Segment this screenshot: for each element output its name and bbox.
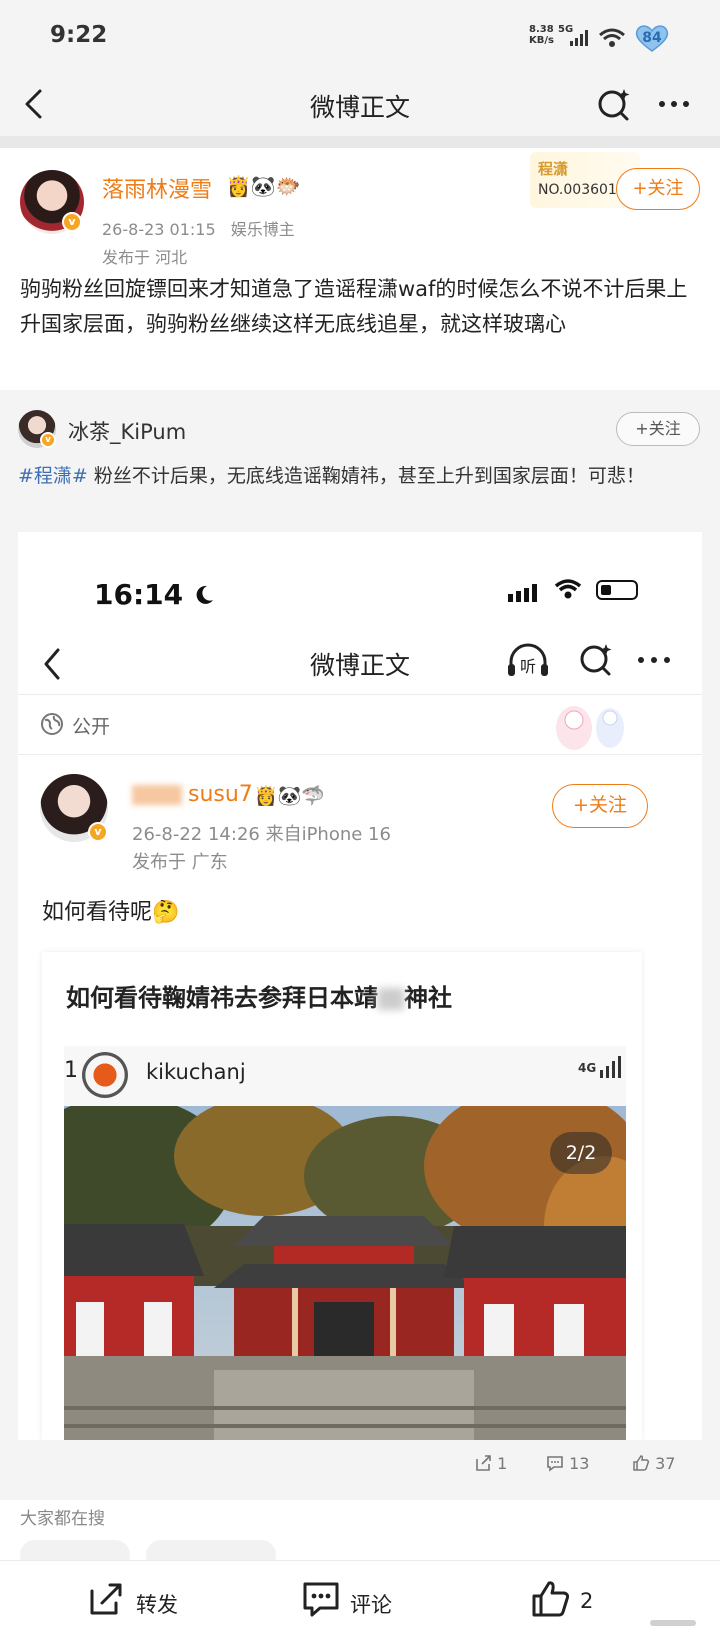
screenshot-time: 16:14 [94, 578, 215, 611]
screenshot-post-text: 如何看待呢🤔 [42, 900, 180, 925]
status-time: 9:22 [50, 22, 108, 48]
trending-search-label: 大家都在搜 [20, 1509, 105, 1529]
post-date: 26-8-23 01:15 [102, 220, 216, 239]
trending-search-section: 大家都在搜 [0, 1500, 720, 1570]
reposted-content[interactable]: v 冰茶_KiPum +关注 #程潇# 粉丝不计后果，无底线造谣鞠婧祎，甚至上升… [0, 390, 720, 1500]
screenshot-post-meta: 26-8-22 14:26 来自iPhone 16 [132, 824, 391, 845]
more-options-icon[interactable] [656, 86, 692, 122]
post-location: 发布于 河北 [102, 248, 188, 267]
repost-share-count[interactable]: 1 [474, 1454, 507, 1473]
image-page-indicator: 2/2 [550, 1132, 612, 1174]
screenshot-author-name: susu7 [132, 782, 253, 807]
headphones-icon: 听 [508, 643, 548, 676]
network-speed-unit: KB/s [529, 35, 554, 46]
nested-card-avatar [82, 1052, 128, 1098]
screenshot-post-location: 发布于 广东 [132, 852, 228, 873]
screenshot-divider [18, 694, 702, 695]
thumbs-up-icon [633, 1455, 650, 1471]
nested-card-username: kikuchanj [146, 1060, 246, 1084]
screenshot-author-suffix: susu7 [188, 782, 253, 807]
nested-image-card: 如何看待鞠婧祎去参拜日本靖 神社 1 kikuchanj 4G 2/2 [42, 952, 642, 1440]
verified-badge-icon: v [88, 822, 108, 842]
nested-card-header: 1 kikuchanj 4G [64, 1046, 626, 1106]
share-count-value: 1 [497, 1454, 508, 1473]
status-bar: 9:22 8.38 KB/s 5G 84 [0, 0, 720, 72]
moon-icon [196, 585, 213, 604]
repost-action-button[interactable]: 转发 [86, 1579, 196, 1623]
comment-action-label: 评论 [350, 1593, 392, 1617]
hashtag-link[interactable]: #程潇# [18, 465, 88, 487]
verified-badge-icon: v [62, 212, 82, 232]
battery-level: 84 [642, 30, 662, 46]
nested-card-network-type: 4G [578, 1061, 597, 1075]
bottom-action-bar: 转发 评论 2 [0, 1560, 720, 1640]
comment-action-button[interactable]: 评论 [300, 1579, 410, 1623]
screenshot-follow-button: +关注 [552, 784, 648, 828]
like-thumb-icon [532, 1581, 570, 1617]
sticker-decoration [556, 706, 624, 750]
nested-card-title-text: 如何看待鞠婧祎去参拜日本靖 [66, 984, 378, 1012]
repost-follow-button[interactable]: +关注 [616, 412, 700, 446]
listen-label: 听 [520, 657, 536, 676]
like-count-value: 37 [655, 1454, 676, 1473]
post-meta: 26-8-23 01:15 娱乐博主 [102, 216, 295, 240]
fan-badge-name: 程潇 [538, 160, 569, 178]
screenshot-time-text: 16:14 [94, 578, 184, 611]
repost-comment-count[interactable]: 13 [546, 1454, 589, 1473]
author-emoji-badges: 👸🐼🐡 [226, 174, 301, 198]
comment-icon [547, 1456, 563, 1472]
author-name[interactable]: 落雨林漫雪 [102, 172, 212, 204]
author-tag: 娱乐博主 [230, 220, 295, 239]
network-speed: 8.38 KB/s [529, 24, 554, 46]
nested-card-title: 如何看待鞠婧祎去参拜日本靖 神社 [66, 978, 452, 1013]
signal-icon [570, 30, 588, 46]
globe-icon [41, 713, 63, 735]
screenshot-more-icon [638, 657, 670, 663]
nested-card-network: 4G [578, 1056, 622, 1078]
battery-icon: 84 [633, 24, 671, 52]
share-icon [476, 1455, 491, 1471]
wifi-icon [599, 28, 625, 47]
screenshot-emoji-badges: 👸🐼🦈 [254, 785, 325, 807]
search-icon[interactable] [596, 85, 632, 123]
repost-text-body: 粉丝不计后果，无底线造谣鞠婧祎，甚至上升到国家层面！可悲！ [87, 465, 645, 487]
home-indicator [650, 1620, 696, 1626]
comment-bubble-icon [303, 1582, 339, 1617]
like-count: 2 [580, 1589, 594, 1613]
screenshot-divider [18, 754, 702, 755]
shrine-photo: 2/2 [64, 1106, 626, 1440]
nested-card-signal-icon [600, 1056, 622, 1078]
verified-badge-icon: v [40, 432, 56, 448]
screenshot-signal-icon [508, 584, 537, 602]
nested-card-title-end: 神社 [404, 984, 452, 1012]
embedded-screenshot[interactable]: 16:14 微博正文 听 公开 v susu7 👸🐼🦈 26-8-22 14:2… [18, 532, 702, 1440]
repost-icon [90, 1583, 122, 1615]
repost-author-name[interactable]: 冰茶_KiPum [68, 416, 186, 446]
screenshot-battery-icon [596, 580, 638, 600]
main-post: v 落雨林漫雪 👸🐼🐡 26-8-23 01:15 娱乐博主 发布于 河北 程潇… [0, 148, 720, 390]
blurred-name-part [132, 785, 182, 805]
like-action-button[interactable]: 2 [530, 1579, 620, 1623]
post-text: 驹驹粉丝回旋镖回来才知道急了造谣程潇waf的时候怎么不说不计后果上升国家层面，驹… [20, 277, 688, 336]
follow-button[interactable]: +关注 [616, 168, 700, 210]
repost-like-count[interactable]: 37 [632, 1454, 675, 1473]
section-divider [0, 136, 720, 148]
visibility-label: 公开 [72, 716, 111, 738]
network-speed-value: 8.38 [529, 24, 554, 35]
shrine-photo-illustration [64, 1106, 626, 1440]
nested-card-number: 1 [64, 1058, 78, 1083]
screenshot-search-icon [580, 644, 612, 676]
repost-text: #程潇# 粉丝不计后果，无底线造谣鞠婧祎，甚至上升到国家层面！可悲！ [18, 460, 702, 492]
blurred-character [378, 988, 404, 1010]
repost-action-label: 转发 [136, 1593, 178, 1617]
nav-bar: 微博正文 [0, 72, 720, 136]
screenshot-wifi-icon [554, 579, 582, 599]
comment-count-value: 13 [569, 1454, 590, 1473]
fan-badge-number: NO.003601 [538, 182, 617, 198]
repost-stats: 1 13 37 [0, 1444, 720, 1488]
